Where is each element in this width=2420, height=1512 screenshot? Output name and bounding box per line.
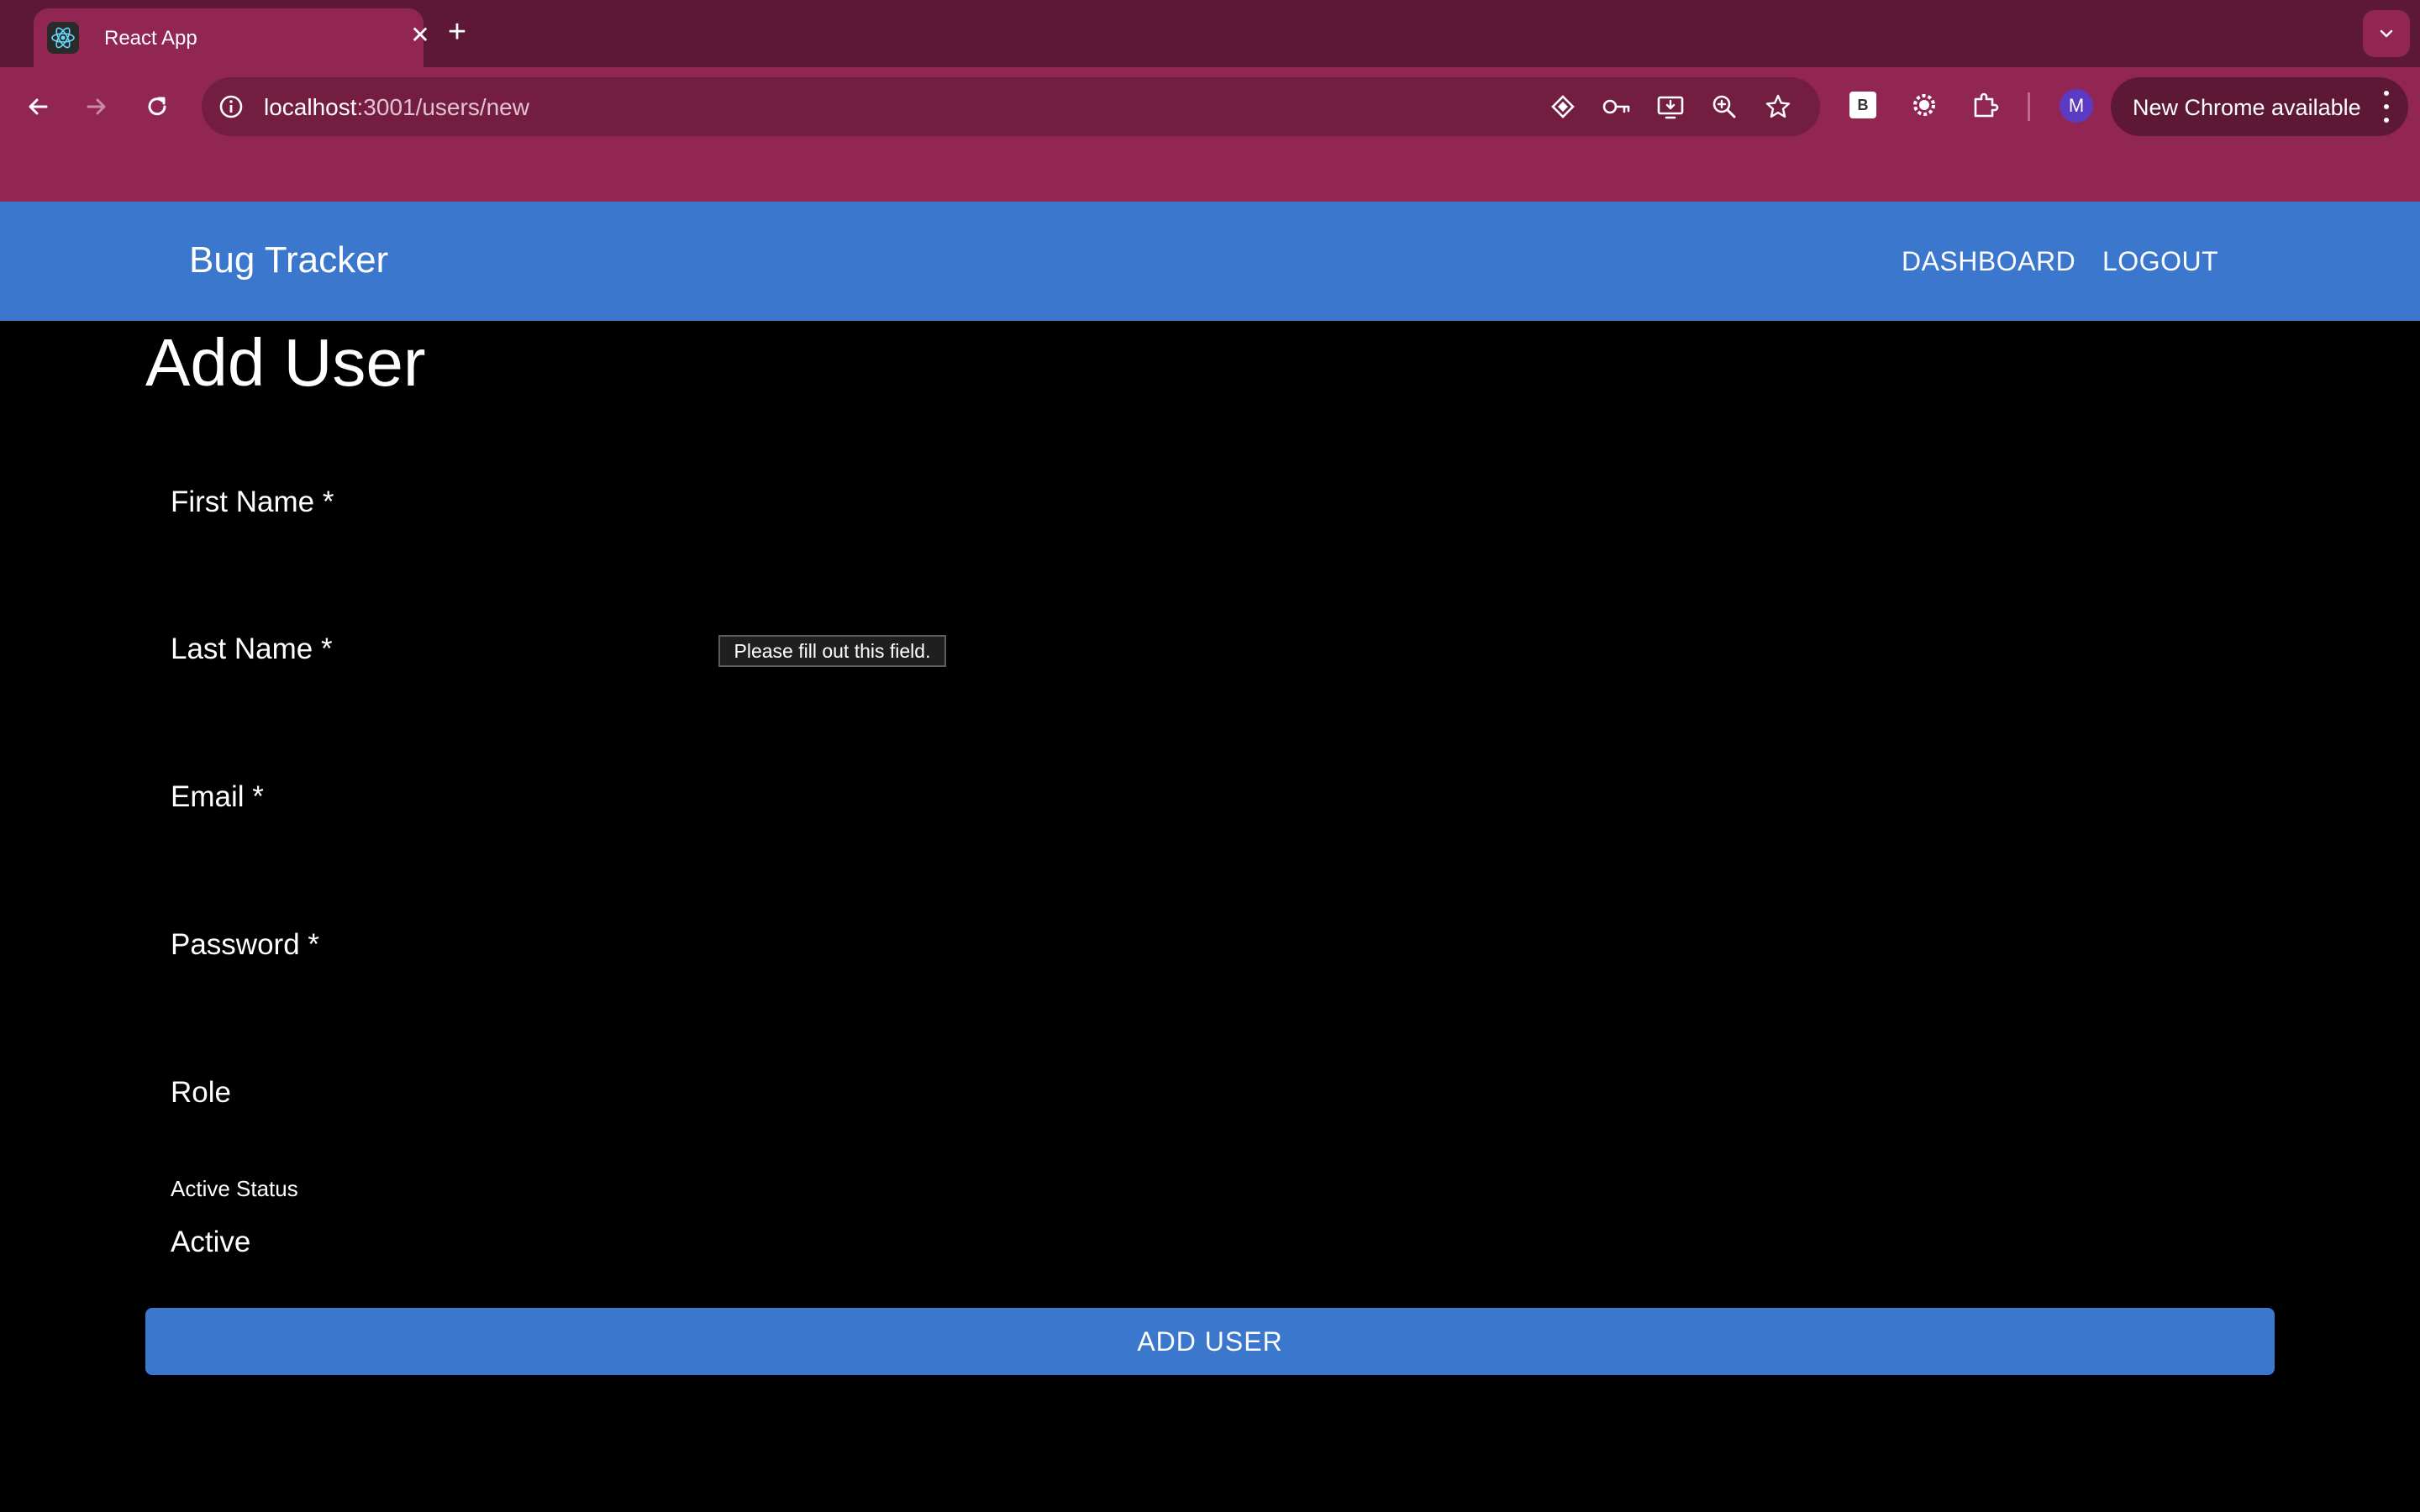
toolbar-divider: [2028, 92, 2030, 121]
email-input[interactable]: [160, 764, 2277, 831]
browser-tab[interactable]: React App ✕: [34, 8, 430, 69]
nav-dashboard-link[interactable]: DASHBOARD: [1902, 245, 2075, 277]
password-input[interactable]: [160, 911, 2277, 979]
site-info-icon[interactable]: [215, 91, 247, 123]
url-text[interactable]: localhost:3001/users/new: [264, 94, 529, 121]
extensions-puzzle-icon[interactable]: [1964, 84, 2006, 126]
page-title: Add User: [145, 325, 426, 400]
profile-avatar[interactable]: M: [2060, 89, 2093, 123]
new-tab-icon[interactable]: +: [440, 15, 474, 49]
add-user-button[interactable]: ADD USER: [145, 1308, 2275, 1375]
bookmark-star-icon[interactable]: [1761, 90, 1795, 123]
update-chrome-label: New Chrome available: [2133, 95, 2361, 120]
last-name-label: Last Name *: [171, 633, 333, 665]
tab-title: React App: [104, 27, 197, 50]
password-key-icon[interactable]: [1600, 90, 1634, 123]
chevron-down-icon: [2380, 29, 2393, 38]
lens-icon[interactable]: [1546, 90, 1580, 123]
url-host: localhost: [264, 94, 357, 120]
nav-logout-link[interactable]: LOGOUT: [2102, 245, 2218, 277]
validation-tooltip: Please fill out this field.: [718, 635, 946, 667]
role-label: Role: [171, 1076, 231, 1109]
reload-icon[interactable]: [136, 86, 178, 128]
address-bar[interactable]: localhost:3001/users/new: [202, 77, 1820, 136]
extension-b-badge: B: [1849, 92, 1876, 118]
update-chrome-button[interactable]: New Chrome available: [2111, 77, 2408, 136]
url-path: :3001/users/new: [356, 94, 529, 120]
back-icon[interactable]: [17, 86, 59, 128]
close-tab-icon[interactable]: ✕: [405, 20, 435, 50]
role-input[interactable]: [160, 1059, 2277, 1126]
first-name-label: First Name *: [171, 486, 334, 518]
react-logo-icon: [47, 22, 79, 54]
app-brand[interactable]: Bug Tracker: [189, 239, 388, 282]
extension-b-icon[interactable]: B: [1842, 84, 1884, 126]
more-menu-icon[interactable]: [2378, 91, 2395, 123]
browser-tabstrip: React App ✕ +: [0, 0, 2420, 69]
password-label: Password *: [171, 928, 320, 961]
zoom-icon[interactable]: [1707, 90, 1741, 123]
email-label: Email *: [171, 780, 264, 813]
app-header: Bug Tracker DASHBOARD LOGOUT: [0, 202, 2420, 321]
active-status-label: Active Status: [171, 1176, 298, 1201]
install-app-icon[interactable]: [1654, 90, 1687, 123]
tab-search-button[interactable]: [2363, 10, 2410, 57]
last-name-input[interactable]: [160, 616, 2277, 683]
browser-toolbar: localhost:3001/users/new B M New Chrome …: [0, 67, 2420, 202]
forward-icon[interactable]: [76, 86, 118, 128]
active-status-select[interactable]: Active: [171, 1225, 250, 1260]
first-name-input[interactable]: [160, 469, 2277, 536]
extension-gear-icon[interactable]: [1903, 84, 1945, 126]
